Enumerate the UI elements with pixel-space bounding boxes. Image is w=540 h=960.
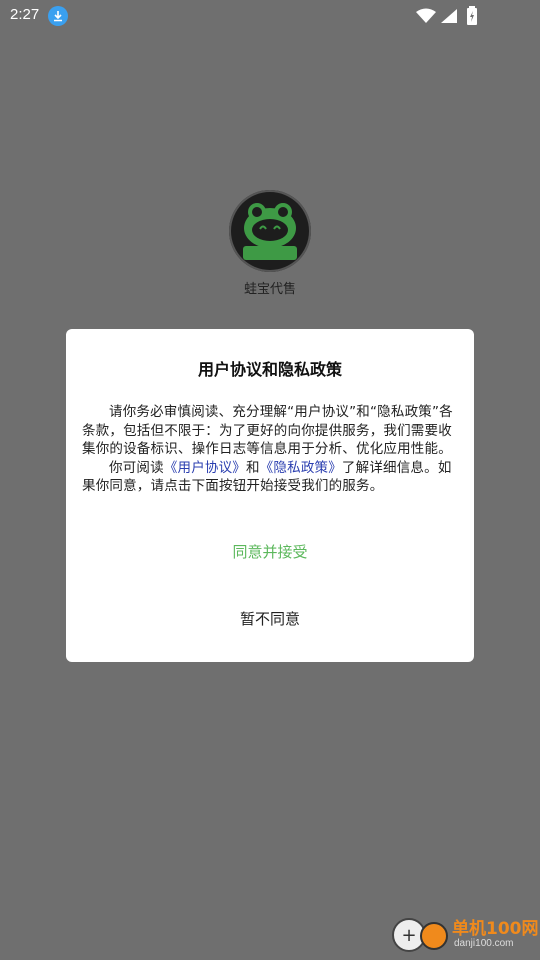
privacy-dialog: 用户协议和隐私政策 请你务必审慎阅读、充分理解“用户协议”和“隐私政策”各条款，… bbox=[66, 329, 474, 662]
signal-icon bbox=[441, 9, 457, 23]
disagree-button[interactable]: 暂不同意 bbox=[66, 608, 474, 629]
dialog-title: 用户协议和隐私政策 bbox=[197, 360, 342, 379]
watermark-url: danji100.com bbox=[454, 938, 514, 949]
user-agreement-link[interactable]: 《用户协议》 bbox=[164, 460, 246, 476]
status-indicators bbox=[416, 6, 506, 26]
frog-logo-icon bbox=[243, 203, 297, 260]
watermark: + 单机100网 danji100.com bbox=[390, 908, 540, 960]
paragraph-2-prefix: 你可阅读 bbox=[109, 459, 164, 476]
app-name: 蛙宝代售 bbox=[243, 282, 296, 297]
dialog-paragraph-2: 你可阅读《用户协议》和《隐私政策》了解详细信息。如果你同意，请点击下面按钮开始接… bbox=[82, 459, 458, 496]
battery-icon bbox=[467, 6, 477, 25]
privacy-policy-link[interactable]: 《隐私政策》 bbox=[260, 460, 342, 476]
dialog-body: 请你务必审慎阅读、充分理解“用户协议”和“隐私政策”各条款，包括但不限于：为了更… bbox=[82, 403, 458, 496]
status-time: 2:27 bbox=[10, 6, 40, 23]
app-logo bbox=[229, 190, 311, 272]
download-icon bbox=[48, 6, 68, 26]
agree-button[interactable]: 同意并接受 bbox=[66, 541, 474, 562]
watermark-logo-icon bbox=[420, 922, 448, 950]
status-bar: 2:27 bbox=[0, 0, 540, 32]
watermark-brand: 单机100网 bbox=[452, 919, 539, 939]
dialog-paragraph-1: 请你务必审慎阅读、充分理解“用户协议”和“隐私政策”各条款，包括但不限于：为了更… bbox=[82, 404, 453, 457]
wifi-icon bbox=[416, 8, 436, 23]
paragraph-2-and: 和 bbox=[246, 459, 260, 476]
